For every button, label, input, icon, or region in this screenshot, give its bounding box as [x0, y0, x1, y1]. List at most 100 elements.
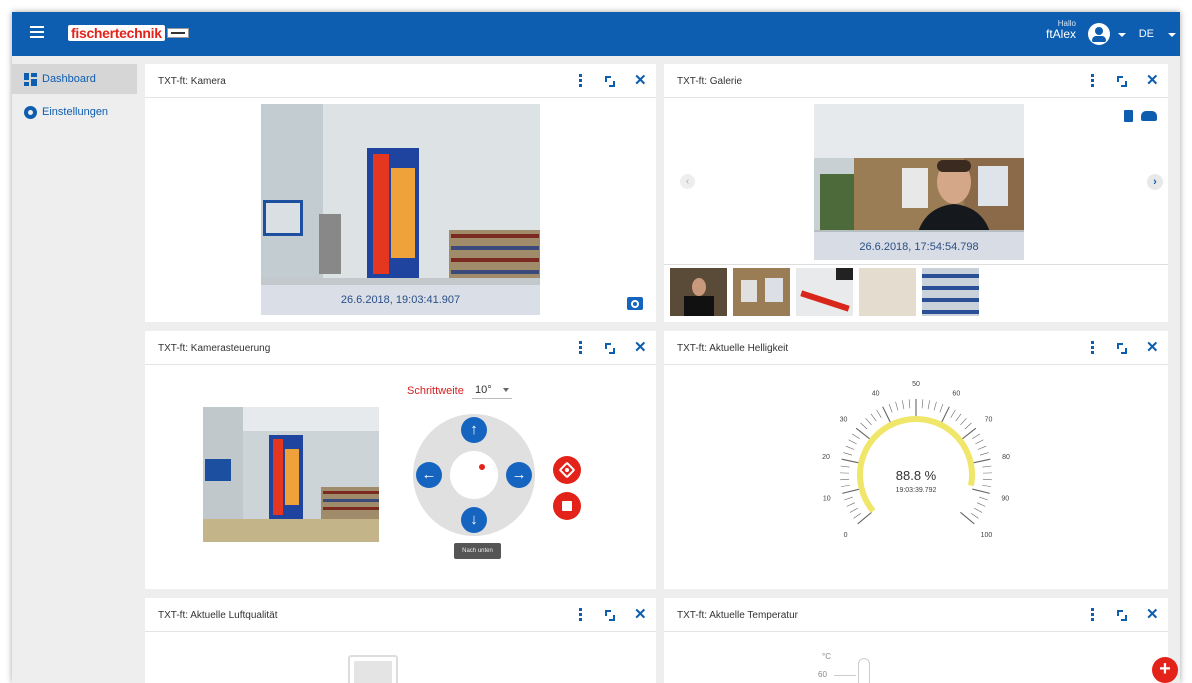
- gauge-tick: [972, 488, 990, 494]
- arrow-up-button[interactable]: ↑: [461, 417, 487, 443]
- user-name: ftAlex: [1045, 27, 1076, 42]
- gear-icon: [24, 105, 37, 119]
- gauge-tick-label: 20: [822, 454, 830, 461]
- fullscreen-icon[interactable]: [1116, 74, 1128, 88]
- more-vert-icon[interactable]: [1086, 608, 1098, 622]
- camera-icon[interactable]: [627, 297, 643, 310]
- card-helligkeit: TXT-ft: Aktuelle Helligkeit ✕ 0 10 20 30 40 5…: [664, 331, 1168, 589]
- gauge-tick: [882, 406, 892, 424]
- card-header: TXT-ft: Aktuelle Helligkeit ✕: [664, 331, 1168, 365]
- gauge-tick: [853, 512, 862, 519]
- gauge-tick: [955, 413, 962, 422]
- sidebar-item-einstellungen[interactable]: Einstellungen: [12, 97, 137, 127]
- gauge-tick: [860, 422, 868, 430]
- camera-preview-image: [203, 407, 379, 542]
- gauge-tick-label: 70: [985, 416, 993, 423]
- fullscreen-icon[interactable]: [1116, 608, 1128, 622]
- gauge-tick: [977, 445, 987, 450]
- more-vert-icon[interactable]: [1086, 341, 1098, 355]
- gauge-tick-label: 80: [1002, 454, 1010, 461]
- gallery-thumbnail[interactable]: [733, 268, 790, 316]
- gauge-tick-label: 0: [844, 532, 848, 539]
- previous-arrow-icon[interactable]: ‹: [680, 174, 695, 189]
- delete-icon[interactable]: [1124, 110, 1133, 122]
- gauge-tick: [921, 399, 924, 409]
- gauge-tick-label: 60: [952, 390, 960, 397]
- gauge-tick-label: 10: [823, 495, 831, 502]
- air-quality-indicator: [348, 655, 398, 683]
- more-vert-icon[interactable]: [574, 341, 586, 355]
- gauge-tick: [870, 413, 877, 422]
- center-move-button[interactable]: [553, 456, 581, 484]
- gauge-tick: [876, 409, 882, 418]
- gauge-tick-label: 40: [872, 390, 880, 397]
- sidebar-item-dashboard[interactable]: Dashboard: [12, 64, 137, 94]
- gauge-tick: [982, 484, 992, 487]
- logo-flag-icon: [166, 28, 189, 38]
- user-menu-caret-icon[interactable]: [1118, 33, 1126, 37]
- gallery-thumbnail[interactable]: [670, 268, 727, 316]
- account-icon[interactable]: [1088, 23, 1110, 45]
- image-timestamp: 26.6.2018, 19:03:41.907: [261, 285, 540, 315]
- gauge-tick-label: 90: [1001, 495, 1009, 502]
- gauge-tick: [970, 512, 979, 519]
- card-title: TXT-ft: Aktuelle Helligkeit: [677, 343, 789, 354]
- gallery-thumbnail[interactable]: [859, 268, 916, 316]
- language-selector[interactable]: DE: [1139, 28, 1154, 40]
- gauge-tick: [848, 439, 857, 445]
- gallery-thumbnail[interactable]: [796, 268, 853, 316]
- arrow-down-button[interactable]: ↓: [461, 507, 487, 533]
- step-size-select[interactable]: 10°: [472, 381, 512, 399]
- step-size-label: Schrittweite: [407, 385, 464, 397]
- close-icon[interactable]: ✕: [634, 73, 647, 88]
- more-vert-icon[interactable]: [574, 608, 586, 622]
- more-vert-icon[interactable]: [574, 74, 586, 88]
- fullscreen-icon[interactable]: [1116, 341, 1128, 355]
- close-icon[interactable]: ✕: [634, 340, 647, 355]
- gauge-value-arc: [857, 416, 975, 513]
- logo-text: fischertechnik: [68, 25, 165, 41]
- menu-icon[interactable]: [30, 26, 44, 38]
- gauge-tick: [846, 502, 856, 507]
- more-vert-icon[interactable]: [1086, 74, 1098, 88]
- next-arrow-icon[interactable]: ›: [1147, 174, 1163, 190]
- sidebar-item-label: Dashboard: [42, 73, 96, 85]
- fullscreen-icon[interactable]: [604, 608, 616, 622]
- card-header: TXT-ft: Aktuelle Luftqualität ✕: [145, 598, 656, 632]
- language-caret-icon[interactable]: [1168, 33, 1176, 37]
- gauge-tick: [972, 458, 991, 464]
- logo: fischertechnik: [68, 24, 189, 42]
- sidebar-item-label: Einstellungen: [42, 106, 109, 118]
- card-luftqualitaet: TXT-ft: Aktuelle Luftqualität ✕: [145, 598, 656, 683]
- gauge-tick: [982, 478, 992, 481]
- image-timestamp: 26.6.2018, 17:54:54.798: [814, 232, 1024, 260]
- gallery-thumbnail[interactable]: [922, 268, 979, 316]
- arrow-right-button[interactable]: →: [506, 462, 532, 488]
- gallery-image: 26.6.2018, 17:54:54.798: [814, 104, 1024, 260]
- close-icon[interactable]: ✕: [1146, 607, 1159, 622]
- dpad-center: [450, 451, 498, 499]
- tooltip: Nach unten: [454, 543, 501, 559]
- cloud-upload-icon[interactable]: [1141, 111, 1157, 121]
- stop-button[interactable]: [553, 492, 581, 520]
- gauge-tick: [964, 422, 972, 430]
- app-window: fischertechnik Hallo ftAlex DE Dashboard…: [12, 12, 1180, 683]
- card-title: TXT-ft: Aktuelle Temperatur: [677, 610, 798, 621]
- gauge-time: 19:03:39.792: [896, 487, 937, 494]
- arrow-left-button[interactable]: ←: [416, 462, 442, 488]
- close-icon[interactable]: ✕: [634, 607, 647, 622]
- divider: [664, 264, 1168, 265]
- fullscreen-icon[interactable]: [604, 74, 616, 88]
- position-indicator: [479, 464, 485, 470]
- close-icon[interactable]: ✕: [1146, 340, 1159, 355]
- card-title: TXT-ft: Aktuelle Luftqualität: [158, 610, 278, 621]
- gauge-tick-label: 100: [981, 532, 993, 539]
- gauge-tick: [865, 417, 872, 426]
- add-widget-button[interactable]: +: [1152, 657, 1178, 683]
- gauge-tick: [939, 403, 944, 413]
- gauge-tick: [979, 496, 988, 501]
- close-icon[interactable]: ✕: [1146, 73, 1159, 88]
- card-galerie: TXT-ft: Galerie ✕ ‹ › 26.6.2018, 17:54:5…: [664, 64, 1168, 322]
- fullscreen-icon[interactable]: [604, 341, 616, 355]
- gauge-tick: [975, 439, 984, 445]
